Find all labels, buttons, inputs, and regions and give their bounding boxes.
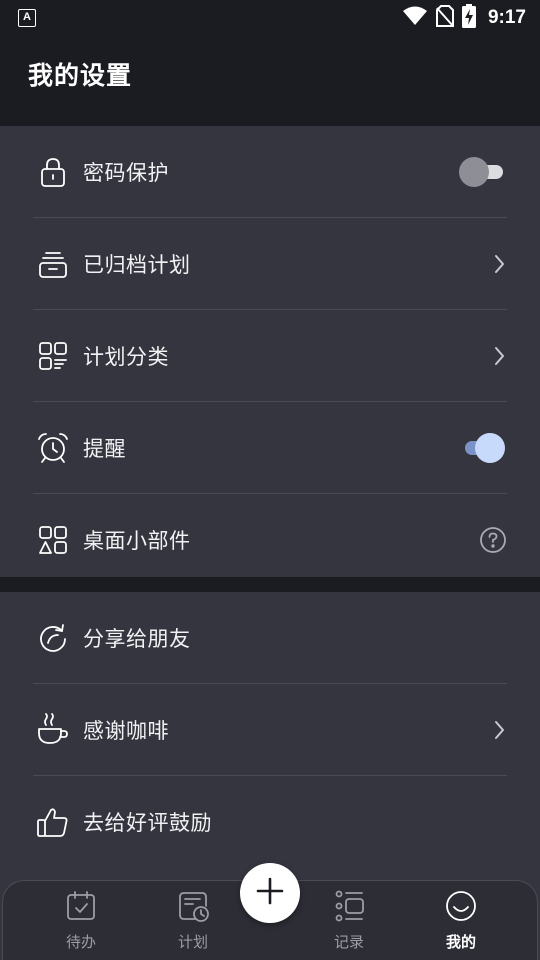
settings-row-label: 感谢咖啡 [83,718,169,743]
settings-row-label: 密码保护 [83,160,169,185]
settings-row-reminder[interactable]: 提醒 [33,402,507,494]
settings-row-label: 分享给朋友 [83,626,191,651]
settings-screen: A 9:17 我的设置 密码保护 已归档计划 计划分类 提醒 桌面小部件 分享给… [0,0,540,960]
settings-row-archived[interactable]: 已归档计划 [33,218,507,310]
archive-box-icon [36,247,70,281]
header: 我的设置 [0,36,540,126]
status-bar: A 9:17 [0,0,540,36]
wifi-icon [402,6,428,30]
settings-row-label: 已归档计划 [83,252,191,277]
toggle-thumb [475,432,505,463]
nav-label: 计划 [177,933,208,951]
app-notification-icon: A [18,9,36,27]
chevron-right-icon [491,253,507,275]
nav-label: 待办 [65,933,96,951]
calendar-check-icon [64,889,98,927]
thumbs-up-icon [36,805,70,839]
settings-row-label: 提醒 [83,436,126,461]
nav-tab-todo[interactable]: 待办 [41,889,121,959]
record-list-icon [332,889,366,927]
battery-charging-icon [461,4,476,32]
page-title: 我的设置 [28,61,133,90]
plus-icon [255,876,285,910]
chevron-right-icon [491,719,507,741]
smile-face-icon [444,889,478,927]
plan-clock-icon [176,889,210,927]
settings-row-share[interactable]: 分享给朋友 [33,592,507,684]
status-time: 9:17 [487,7,526,28]
password-toggle[interactable] [459,156,507,187]
add-button[interactable] [240,863,300,923]
settings-card-primary: 密码保护 已归档计划 计划分类 提醒 桌面小部件 [0,126,540,577]
widget-shapes-icon [36,523,70,557]
nav-tab-record[interactable]: 记录 [309,889,389,959]
nav-label: 记录 [333,933,364,951]
settings-row-label: 去给好评鼓励 [83,811,212,835]
nav-tab-mine[interactable]: 我的 [421,889,501,959]
toggle-thumb [459,156,489,187]
help-question-icon[interactable] [479,526,507,554]
coffee-cup-icon [36,712,70,747]
lock-icon [36,155,70,189]
settings-row-label: 桌面小部件 [83,529,191,553]
nav-label: 我的 [445,933,476,951]
reminder-toggle[interactable] [461,432,507,463]
chevron-right-icon [491,345,507,367]
settings-row-label: 计划分类 [83,344,169,369]
settings-row-coffee[interactable]: 感谢咖啡 [33,684,507,776]
settings-row-category[interactable]: 计划分类 [33,310,507,402]
settings-row-password[interactable]: 密码保护 [33,126,507,218]
toggle-switch-on[interactable] [461,432,507,463]
settings-row-widget[interactable]: 桌面小部件 [33,494,507,586]
settings-row-rate[interactable]: 去给好评鼓励 [33,776,507,868]
no-sim-icon [435,5,454,31]
alarm-clock-icon [36,431,70,465]
status-right: 9:17 [402,4,526,32]
toggle-switch-off[interactable] [459,156,507,187]
share-arrow-icon [36,621,70,655]
nav-tab-plan[interactable]: 计划 [153,889,233,959]
category-grid-icon [36,339,70,373]
